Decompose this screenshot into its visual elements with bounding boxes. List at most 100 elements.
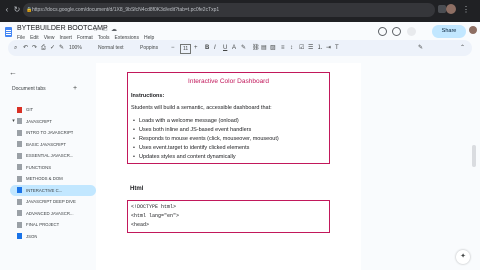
link-icon[interactable]: ⛓ xyxy=(252,44,260,52)
html-heading: Html xyxy=(130,186,144,192)
decrease-size-icon[interactable]: − xyxy=(171,44,175,52)
sidebar-tab-item[interactable]: JAVASCRIPT DEEP DIVE xyxy=(10,196,96,207)
zoom-select[interactable]: 100% xyxy=(69,44,82,52)
star-icon[interactable]: ☆ xyxy=(93,26,98,33)
lock-icon: 🔒 xyxy=(26,7,33,13)
back-arrow-icon[interactable]: ← xyxy=(9,68,17,77)
clear-format-icon[interactable]: T xyxy=(335,44,339,52)
tabs-heading: Document tabs xyxy=(12,86,46,92)
highlight-icon[interactable]: ✎ xyxy=(241,44,246,52)
bullet-list-icon[interactable]: ☰ xyxy=(308,44,313,52)
address-bar[interactable]: 🔒 https://docs.google.com/document/d/1X8… xyxy=(23,3,435,17)
tab-icon xyxy=(17,221,22,228)
code-line: <html lang="en"> xyxy=(131,213,180,219)
comments-icon[interactable] xyxy=(392,27,401,36)
code-line: <head> xyxy=(131,222,150,228)
sidebar-tab-item[interactable]: ADVANCED JAVASCR... xyxy=(10,208,96,219)
formatting-toolbar: ⌕ ↶ ↷ ⎙ ✓ ✎ 100% Normal text Poppins − 1… xyxy=(8,40,472,56)
comment-icon[interactable]: ▤ xyxy=(261,44,267,52)
edit-mode-icon[interactable]: ✎ xyxy=(418,44,423,52)
sidebar-tab-label: BASIC JAVASCRIPT xyxy=(26,141,66,147)
redo-icon[interactable]: ↷ xyxy=(32,44,37,52)
paint-format-icon[interactable]: ✎ xyxy=(59,44,64,52)
url-text: https://docs.google.com/document/d/1X8_9… xyxy=(32,7,220,13)
sidebar-tab-item[interactable]: METHODS & DOM xyxy=(10,173,96,184)
tab-icon xyxy=(17,233,22,239)
share-label: Share xyxy=(441,28,457,34)
sidebar-tab-item[interactable]: JSON xyxy=(10,231,96,242)
sidebar-tab-label: METHODS & DOM xyxy=(26,176,63,181)
collapse-icon[interactable]: ⌃ xyxy=(460,44,465,52)
sidebar-tab-label: GIT xyxy=(26,107,34,112)
search-menus-icon[interactable]: ⌕ xyxy=(14,44,17,52)
sidebar-tab-label: INTERACTIVE C... xyxy=(26,187,63,193)
explore-icon[interactable]: ✦ xyxy=(456,250,470,264)
sidebar-tab-label: ESSENTIAL JAVASCR... xyxy=(26,153,74,158)
avatar[interactable] xyxy=(446,4,456,14)
sidebar-tab-item[interactable]: GIT xyxy=(10,104,96,115)
tab-icon xyxy=(17,164,22,170)
align-icon[interactable]: ≡ xyxy=(281,44,285,52)
tab-icon xyxy=(17,152,22,159)
image-icon[interactable]: ▨ xyxy=(270,44,276,52)
sidebar-tab-label: INTRO TO JAVASCRIPT xyxy=(26,130,74,135)
docs-logo-icon[interactable] xyxy=(5,27,12,37)
browser-toolbar: ‹ ↻ 🔒 https://docs.google.com/document/d… xyxy=(0,0,480,22)
extension-icon[interactable] xyxy=(438,5,446,13)
sidebar-tab-label: ADVANCED JAVASCR... xyxy=(26,210,74,216)
indent-icon[interactable]: ⇥ xyxy=(326,44,331,52)
sidebar-tab-item[interactable]: FUNCTIONS xyxy=(10,162,96,173)
share-button[interactable]: Share xyxy=(432,25,466,38)
sidebar-tab-label: JAVASCRIPT xyxy=(26,118,52,124)
back-icon[interactable]: ‹ xyxy=(3,6,11,14)
sidebar-tab-item[interactable]: BASIC JAVASCRIPT xyxy=(10,139,96,150)
sidebar-tab-label: JSON xyxy=(26,233,38,239)
sidebar-tab-item[interactable]: FINAL PROJECT xyxy=(10,219,96,230)
intro-text: Students will build a semantic, accessib… xyxy=(131,105,272,111)
tab-icon xyxy=(17,141,22,147)
tab-icon xyxy=(17,118,22,124)
text-color-icon[interactable]: A xyxy=(232,44,236,52)
sidebar-tab-label: FINAL PROJECT xyxy=(26,222,60,227)
reload-icon[interactable]: ↻ xyxy=(13,6,21,14)
code-line: <!DOCTYPE html> xyxy=(131,204,177,210)
sidebar-tab-item[interactable]: INTRO TO JAVASCRIPT xyxy=(10,127,96,138)
box-title: Interactive Color Dashboard xyxy=(188,78,269,85)
undo-icon[interactable]: ↶ xyxy=(23,44,28,52)
spellcheck-icon[interactable]: ✓ xyxy=(50,44,55,52)
font-size-input[interactable]: 11 xyxy=(180,44,192,54)
print-icon[interactable]: ⎙ xyxy=(41,44,46,52)
sidebar-tab-item[interactable]: ESSENTIAL JAVASCR... xyxy=(10,150,96,161)
instructions-heading: Instructions: xyxy=(131,93,165,99)
bullet-item: Responds to mouse events (click, mouseov… xyxy=(133,136,279,142)
checklist-icon[interactable]: ☑ xyxy=(299,44,304,52)
bullet-item: Uses event.target to identify clicked el… xyxy=(133,145,249,151)
bullet-item: Updates styles and content dynamically xyxy=(133,154,236,160)
underline-icon[interactable]: U xyxy=(223,44,227,52)
italic-icon[interactable]: I xyxy=(214,44,216,52)
scrollbar[interactable] xyxy=(472,145,476,167)
move-folder-icon[interactable]: ▭ xyxy=(102,26,108,33)
menu-icon[interactable]: ⋮ xyxy=(462,6,470,14)
account-avatar[interactable] xyxy=(469,26,477,34)
meet-icon[interactable] xyxy=(407,27,416,36)
sidebar-tab-label: JAVASCRIPT DEEP DIVE xyxy=(26,199,76,204)
tab-icon xyxy=(17,175,22,182)
cloud-status-icon[interactable]: ☁ xyxy=(111,26,117,33)
history-icon[interactable] xyxy=(378,27,387,36)
line-spacing-icon[interactable]: ↕ xyxy=(290,44,293,52)
tab-icon xyxy=(17,210,22,216)
font-select[interactable]: Poppins xyxy=(140,44,158,52)
tab-icon xyxy=(17,198,22,205)
chevron-icon[interactable]: ▾ xyxy=(10,118,17,124)
bullet-item: Loads with a welcome message (onload) xyxy=(133,118,239,124)
sidebar-tab-item[interactable]: ▾ JAVASCRIPT xyxy=(10,116,96,127)
add-tab-icon[interactable]: + xyxy=(73,85,77,92)
bullet-item: Uses both inline and JS-based event hand… xyxy=(133,127,251,133)
numbered-list-icon[interactable]: ⒈ xyxy=(317,44,323,52)
sidebar-tab-label: FUNCTIONS xyxy=(26,164,52,170)
bold-icon[interactable]: B xyxy=(205,44,209,52)
increase-size-icon[interactable]: + xyxy=(194,44,198,52)
style-select[interactable]: Normal text xyxy=(98,44,124,52)
sidebar-tab-item[interactable]: INTERACTIVE C... xyxy=(10,184,96,196)
